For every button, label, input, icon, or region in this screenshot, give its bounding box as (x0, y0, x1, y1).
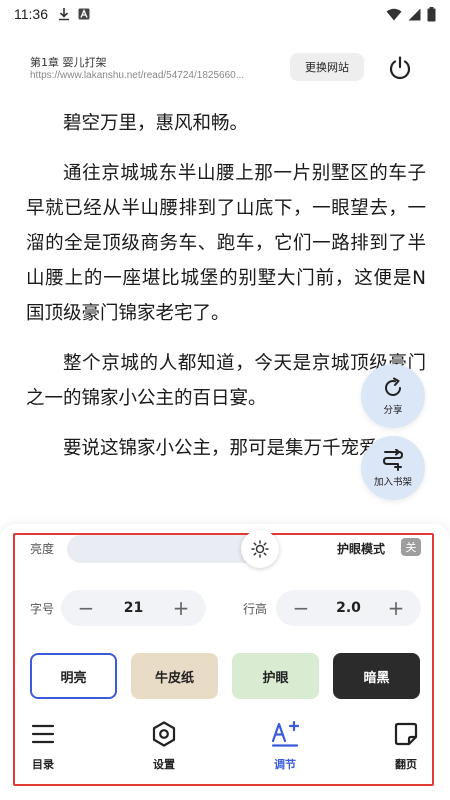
font-size-value: 21 (123, 600, 144, 616)
share-icon (385, 377, 401, 396)
chapter-title: 第1章 婴儿打架 (30, 56, 107, 69)
brightness-label: 亮度 (30, 542, 55, 556)
line-height-decrease-button[interactable]: − (292, 590, 310, 626)
article-paragraph: 通往京城城东半山腰上那一片别墅区的车子早就已经从半山腰排到了山底下，一眼望去，一… (26, 163, 426, 324)
line-height-stepper: − 2.0 + (276, 590, 421, 626)
font-size-increase-button[interactable]: + (172, 590, 190, 626)
share-button[interactable]: 分享 (361, 364, 425, 428)
nav-catalog[interactable]: 目录 (15, 720, 71, 772)
chapter-url[interactable]: https://www.lakanshu.net/read/54724/1825… (30, 70, 275, 81)
font-size-label: 字号 (30, 602, 55, 616)
brightness-slider-thumb[interactable] (241, 530, 279, 568)
font-adjust-icon (271, 721, 299, 747)
text-app-icon (78, 8, 90, 20)
eye-mode-toggle[interactable]: 关 (401, 538, 421, 556)
reader-header: 第1章 婴儿打架 https://www.lakanshu.net/read/5… (0, 46, 450, 94)
nav-catalog-label: 目录 (32, 758, 54, 771)
article-paragraph: 碧空万里，惠风和畅。 (63, 113, 249, 134)
theme-bright-button[interactable]: 明亮 (30, 653, 117, 699)
wifi-icon (386, 8, 402, 20)
line-height-increase-button[interactable]: + (387, 590, 405, 626)
eye-mode-label: 护眼模式 (337, 542, 386, 556)
status-bar: 11:36 (0, 0, 450, 28)
font-size-decrease-button[interactable]: − (77, 590, 95, 626)
sun-icon (251, 540, 269, 558)
share-label: 分享 (383, 404, 403, 416)
power-icon (389, 56, 411, 80)
theme-kraft-button[interactable]: 牛皮纸 (131, 653, 218, 699)
nav-settings-label: 设置 (153, 758, 175, 771)
add-to-bookshelf-button[interactable]: 加入书架 (361, 436, 425, 500)
bookshelf-label: 加入书架 (373, 476, 412, 488)
settings-hexagon-icon (152, 721, 176, 747)
article-content[interactable]: 碧空万里，惠风和畅。 通往京城城东半山腰上那一片别墅区的车子早就已经从半山腰排到… (26, 106, 426, 481)
line-height-label: 行高 (243, 602, 268, 616)
nav-page-turn-label: 翻页 (395, 758, 417, 771)
font-size-stepper: − 21 + (61, 590, 206, 626)
download-icon (59, 8, 69, 21)
nav-page-turn[interactable]: 翻页 (378, 720, 434, 772)
nav-adjust[interactable]: 调节 (257, 720, 313, 772)
nav-settings[interactable]: 设置 (136, 720, 192, 772)
theme-eye-care-button[interactable]: 护眼 (232, 653, 319, 699)
page-turn-icon (394, 722, 418, 746)
list-icon (31, 724, 55, 744)
battery-icon (427, 6, 436, 21)
bookshelf-add-icon (382, 448, 404, 471)
signal-icon (408, 8, 421, 20)
theme-dark-button[interactable]: 暗黑 (333, 653, 420, 699)
change-site-button[interactable]: 更换网站 (290, 53, 364, 81)
line-height-value: 2.0 (336, 600, 361, 616)
status-time: 11:36 (14, 6, 48, 22)
exit-button[interactable] (384, 52, 416, 84)
nav-adjust-label: 调节 (274, 758, 296, 771)
